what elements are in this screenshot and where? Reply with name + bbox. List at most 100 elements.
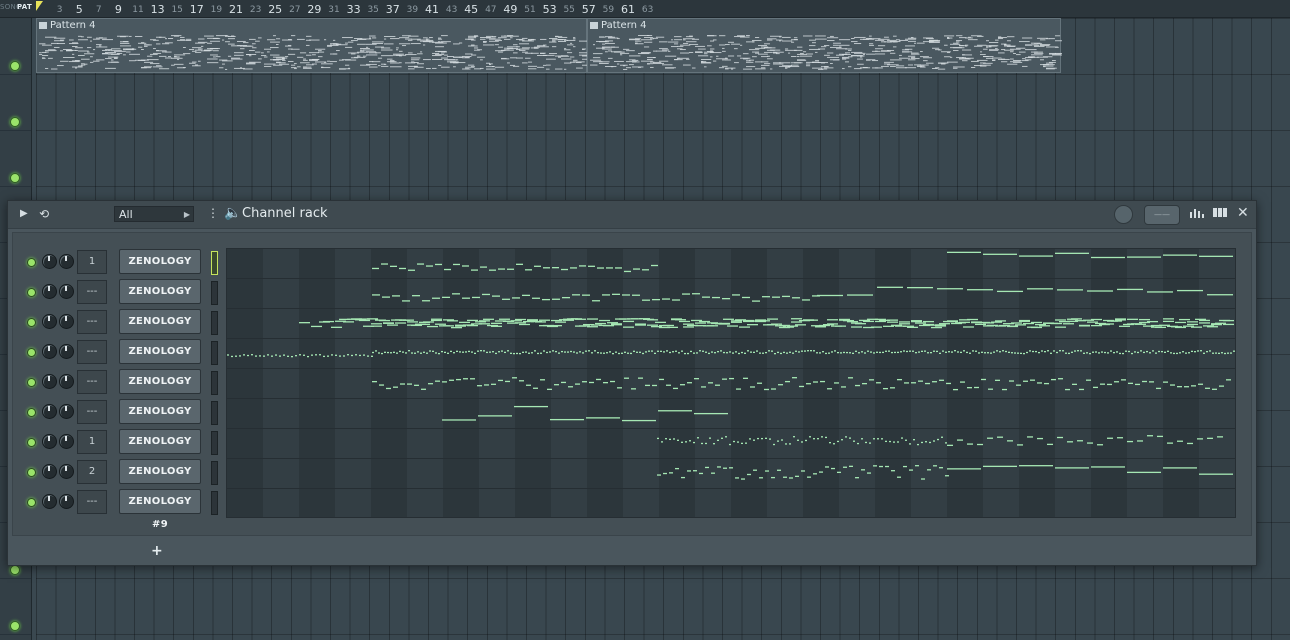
channel-name-button[interactable]: ZENOLOGY #5 bbox=[119, 369, 201, 410]
channel-row[interactable]: --- ZENOLOGY #3 bbox=[27, 308, 227, 350]
volume-knob[interactable] bbox=[59, 494, 74, 509]
pan-knob[interactable] bbox=[42, 464, 57, 479]
undo-icon[interactable]: ⟲ bbox=[39, 207, 49, 221]
track-header[interactable] bbox=[0, 578, 31, 635]
channel-mute-led-icon[interactable] bbox=[27, 318, 36, 327]
channel-select-toggle[interactable] bbox=[211, 341, 218, 365]
channel-name-button[interactable]: ZENOLOGY #7 bbox=[119, 429, 201, 470]
track-header[interactable] bbox=[0, 18, 31, 75]
mixer-track-field[interactable]: --- bbox=[77, 280, 107, 304]
mixer-track-field[interactable]: 2 bbox=[77, 460, 107, 484]
channel-row[interactable]: --- ZENOLOGY #2 bbox=[27, 278, 227, 320]
volume-knob[interactable] bbox=[59, 404, 74, 419]
channel-name-button[interactable]: ZENOLOGY #8 bbox=[119, 459, 201, 500]
channel-select-toggle[interactable] bbox=[211, 491, 218, 515]
channel-mute-led-icon[interactable] bbox=[27, 468, 36, 477]
timeline-ruler[interactable]: SONG PAT 5 9 13 17 21 25 29 33 37 41 45 49 53 57 61 3 7 1… bbox=[0, 0, 1290, 18]
track-header[interactable] bbox=[0, 74, 31, 131]
channel-select-toggle[interactable] bbox=[211, 401, 218, 425]
channel-row[interactable]: --- ZENOLOGY #9 bbox=[27, 488, 227, 530]
note bbox=[311, 325, 322, 328]
volume-knob[interactable] bbox=[59, 374, 74, 389]
mixer-track-field[interactable]: --- bbox=[77, 490, 107, 514]
note bbox=[207, 58, 218, 60]
volume-knob[interactable] bbox=[59, 464, 74, 479]
mixer-track-field[interactable]: --- bbox=[77, 400, 107, 424]
mixer-track-field[interactable]: 1 bbox=[77, 250, 107, 274]
channel-row[interactable]: 1 ZENOLOGY #7 bbox=[27, 428, 227, 470]
note bbox=[471, 39, 476, 41]
playhead-marker-icon[interactable] bbox=[36, 1, 43, 11]
note bbox=[411, 61, 415, 63]
pan-knob[interactable] bbox=[42, 404, 57, 419]
track-mute-led-icon[interactable] bbox=[10, 173, 20, 183]
channel-name-button[interactable]: ZENOLOGY bbox=[119, 249, 201, 274]
mixer-track-field[interactable]: --- bbox=[77, 310, 107, 334]
note bbox=[764, 43, 770, 45]
channel-mute-led-icon[interactable] bbox=[27, 438, 36, 447]
mixer-track-field[interactable]: --- bbox=[77, 370, 107, 394]
pan-knob[interactable] bbox=[42, 494, 57, 509]
volume-knob[interactable] bbox=[59, 314, 74, 329]
volume-knob[interactable] bbox=[59, 344, 74, 359]
note bbox=[655, 321, 666, 324]
channel-mute-led-icon[interactable] bbox=[27, 288, 36, 297]
track-mute-led-icon[interactable] bbox=[10, 565, 20, 575]
pan-knob[interactable] bbox=[42, 284, 57, 299]
channel-select-toggle[interactable] bbox=[211, 281, 218, 305]
pattern-mode-label[interactable]: PAT bbox=[17, 3, 32, 11]
channel-row[interactable]: 2 ZENOLOGY #8 bbox=[27, 458, 227, 500]
channel-row[interactable]: --- ZENOLOGY #6 bbox=[27, 398, 227, 440]
graph-editor-icon[interactable] bbox=[1190, 207, 1204, 221]
channel-select-toggle[interactable] bbox=[211, 461, 218, 485]
swing-slider[interactable]: —— bbox=[1144, 205, 1180, 225]
channel-name-button[interactable]: ZENOLOGY #3 bbox=[119, 309, 201, 350]
pattern-clip[interactable]: Pattern 4 bbox=[36, 18, 588, 73]
piano-roll-preview[interactable] bbox=[226, 248, 1236, 518]
note bbox=[414, 352, 416, 354]
channel-name-button[interactable]: ZENOLOGY #2 bbox=[119, 279, 201, 320]
channel-name-button[interactable]: ZENOLOGY #4 bbox=[119, 339, 201, 380]
channel-mute-led-icon[interactable] bbox=[27, 258, 36, 267]
pan-knob[interactable] bbox=[42, 374, 57, 389]
channel-mute-led-icon[interactable] bbox=[27, 408, 36, 417]
volume-knob[interactable] bbox=[59, 284, 74, 299]
track-header[interactable] bbox=[0, 130, 31, 187]
channel-row[interactable]: 1 ZENOLOGY bbox=[27, 248, 227, 278]
track-mute-led-icon[interactable] bbox=[10, 117, 20, 127]
volume-knob[interactable] bbox=[59, 434, 74, 449]
pattern-clip[interactable]: Pattern 4 bbox=[587, 18, 1062, 73]
channel-select-toggle[interactable] bbox=[211, 251, 218, 275]
note bbox=[951, 351, 953, 353]
track-mute-led-icon[interactable] bbox=[10, 621, 20, 631]
channel-select-toggle[interactable] bbox=[211, 311, 218, 335]
add-channel-button[interactable]: + bbox=[151, 543, 163, 559]
rack-volume-knob[interactable] bbox=[1114, 205, 1133, 224]
channel-name-button[interactable]: ZENOLOGY #6 bbox=[119, 399, 201, 440]
pan-knob[interactable] bbox=[42, 254, 57, 269]
channel-mute-led-icon[interactable] bbox=[27, 378, 36, 387]
channel-filter-select[interactable]: All ▶ bbox=[114, 206, 194, 222]
channel-rack-titlebar[interactable]: ▶ ⟲ All ▶ ⋮ 🔈 Channel rack —— ✕ bbox=[8, 201, 1256, 229]
track-mute-led-icon[interactable] bbox=[10, 61, 20, 71]
pan-knob[interactable] bbox=[42, 434, 57, 449]
close-icon[interactable]: ✕ bbox=[1237, 205, 1249, 221]
note bbox=[995, 320, 1006, 322]
step-sequencer-icon[interactable] bbox=[1213, 207, 1228, 221]
channel-mute-led-icon[interactable] bbox=[27, 348, 36, 357]
mixer-track-field[interactable]: --- bbox=[77, 340, 107, 364]
channel-row[interactable]: --- ZENOLOGY #4 bbox=[27, 338, 227, 380]
channel-select-toggle[interactable] bbox=[211, 371, 218, 395]
volume-knob[interactable] bbox=[59, 254, 74, 269]
play-arrow-icon[interactable]: ▶ bbox=[20, 208, 28, 219]
mixer-track-field[interactable]: 1 bbox=[77, 430, 107, 454]
channel-mute-led-icon[interactable] bbox=[27, 498, 36, 507]
channel-row[interactable]: --- ZENOLOGY #5 bbox=[27, 368, 227, 410]
channel-select-toggle[interactable] bbox=[211, 431, 218, 455]
speaker-icon[interactable]: 🔈 bbox=[224, 205, 241, 221]
pan-knob[interactable] bbox=[42, 344, 57, 359]
note bbox=[1187, 442, 1193, 445]
dots-menu-icon[interactable]: ⋮ bbox=[207, 206, 219, 220]
pan-knob[interactable] bbox=[42, 314, 57, 329]
channel-name-button[interactable]: ZENOLOGY #9 bbox=[119, 489, 201, 530]
